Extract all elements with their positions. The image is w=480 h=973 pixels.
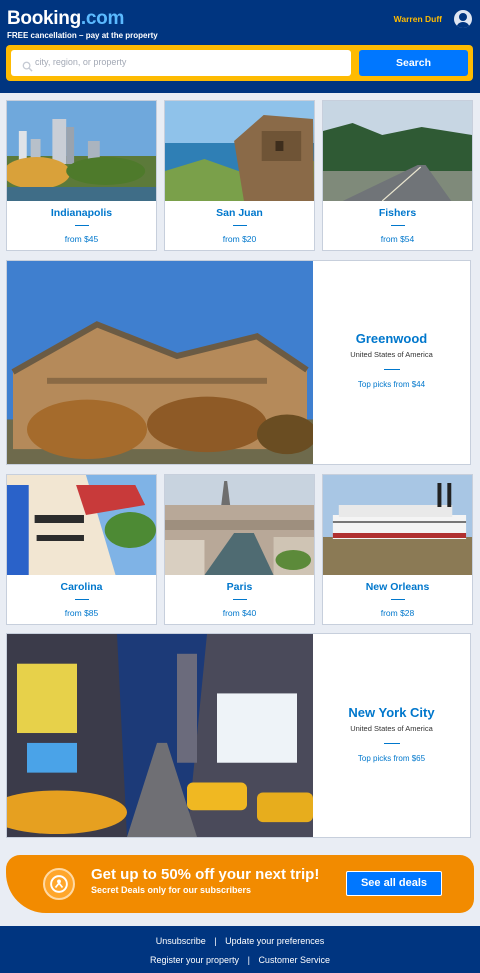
price: from $28 — [380, 608, 415, 618]
indianapolis-photo — [7, 101, 156, 201]
search-bar: city, region, or property Search — [6, 45, 473, 81]
divider — [74, 225, 89, 226]
featured-card-greenwood[interactable]: Greenwood United States of America Top p… — [6, 260, 471, 465]
price: from $54 — [380, 234, 415, 244]
header: Booking.com FREE cancellation – pay at t… — [0, 0, 480, 93]
city-name: Paris — [226, 581, 253, 593]
san-juan-photo — [165, 101, 314, 201]
city-name: San Juan — [216, 207, 263, 219]
price: Top picks from $65 — [357, 754, 426, 763]
divider — [390, 599, 405, 600]
divider — [390, 225, 405, 226]
fishers-photo — [323, 101, 472, 201]
destination-card-new-orleans[interactable]: New Orleans from $28 — [322, 474, 473, 625]
divider — [383, 743, 400, 744]
footer: Unsubscribe | Update your preferences Re… — [0, 926, 480, 973]
city-name: Fishers — [378, 207, 417, 219]
city-name: New York City — [348, 705, 435, 720]
city-name: New Orleans — [365, 581, 430, 593]
footer-separator: | — [247, 955, 250, 965]
carolina-photo — [7, 475, 156, 575]
promo-title: Get up to 50% off your next trip! — [91, 866, 320, 883]
destination-card-san-juan[interactable]: San Juan from $20 — [164, 100, 315, 251]
footer-separator: | — [214, 936, 217, 946]
new-york-city-photo — [7, 634, 313, 837]
destination-card-paris[interactable]: Paris from $40 — [164, 474, 315, 625]
price: from $85 — [64, 608, 99, 618]
see-all-deals-button[interactable]: See all deals — [346, 871, 442, 896]
customer-service-link[interactable]: Customer Service — [258, 955, 330, 965]
search-button[interactable]: Search — [359, 50, 468, 76]
country-name: United States of America — [350, 350, 433, 359]
divider — [232, 225, 247, 226]
unsubscribe-link[interactable]: Unsubscribe — [156, 936, 206, 946]
country-name: United States of America — [350, 724, 433, 733]
tagline: FREE cancellation – pay at the property — [7, 31, 158, 40]
city-name: Greenwood — [355, 331, 428, 346]
city-name: Carolina — [60, 581, 103, 593]
divider — [383, 369, 400, 370]
price: from $45 — [64, 234, 99, 244]
search-placeholder: city, region, or property — [35, 57, 127, 67]
new-orleans-photo — [323, 475, 472, 575]
register-property-link[interactable]: Register your property — [150, 955, 239, 965]
greenwood-text: Greenwood United States of America Top p… — [313, 261, 470, 464]
price: from $40 — [222, 608, 257, 618]
user-avatar-icon[interactable] — [454, 10, 472, 28]
booking-logo[interactable]: Booking.com — [7, 8, 124, 30]
destination-card-fishers[interactable]: Fishers from $54 — [322, 100, 473, 251]
destination-card-carolina[interactable]: Carolina from $85 — [6, 474, 157, 625]
user-name[interactable]: Warren Duff — [394, 14, 442, 24]
price: Top picks from $44 — [357, 380, 426, 389]
city-name: Indianapolis — [50, 207, 113, 219]
featured-card-new-york-city[interactable]: New York City United States of America T… — [6, 633, 471, 838]
search-icon — [22, 61, 33, 72]
divider — [232, 599, 247, 600]
price: from $20 — [222, 234, 257, 244]
divider — [74, 599, 89, 600]
paris-photo — [165, 475, 314, 575]
greenwood-photo — [7, 261, 313, 464]
secret-deals-banner[interactable]: Get up to 50% off your next trip! Secret… — [6, 855, 474, 913]
deal-tag-icon — [43, 868, 75, 900]
new-york-city-text: New York City United States of America T… — [313, 634, 470, 837]
update-preferences-link[interactable]: Update your preferences — [225, 936, 324, 946]
promo-subtitle: Secret Deals only for our subscribers — [91, 885, 252, 895]
destination-card-indianapolis[interactable]: Indianapolis from $45 — [6, 100, 157, 251]
